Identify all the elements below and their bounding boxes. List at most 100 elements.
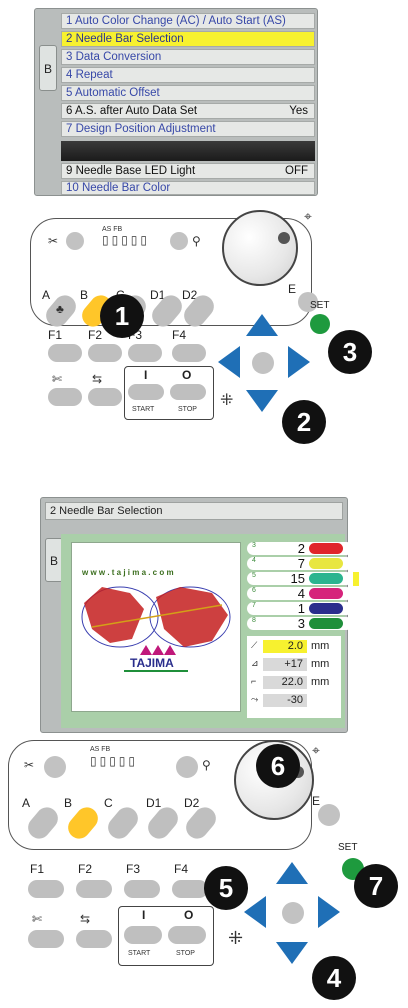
- menu-item-automatic-offset[interactable]: 5 Automatic Offset: [61, 85, 315, 101]
- laser-pointer-icon: ⁜: [220, 392, 234, 409]
- f4-label: F4: [172, 328, 187, 342]
- trim-manual-button-2[interactable]: [28, 930, 64, 948]
- offset-unit: mm: [311, 658, 330, 670]
- arrow-up-button-2[interactable]: [276, 862, 308, 884]
- arrow-up-button[interactable]: [246, 314, 278, 336]
- frame-move-icon-2: ⌖: [312, 742, 320, 758]
- offset-value: +17: [263, 658, 307, 671]
- laser-pointer-icon-2: ⁜: [228, 928, 244, 948]
- set-label: SET: [310, 300, 330, 311]
- arrow-right-button-2[interactable]: [318, 896, 340, 928]
- step-badge-7: 7: [354, 864, 398, 908]
- needle-step-value: 1: [297, 601, 305, 616]
- center-button-2[interactable]: [282, 902, 304, 924]
- needle-number: 7: [252, 602, 256, 609]
- thread-trim-icon-2: ✂: [24, 758, 35, 772]
- button-d1-label-2: D1: [146, 796, 162, 810]
- menu-item-design-position-adjustment[interactable]: 7 Design Position Adjustment: [61, 121, 315, 137]
- trim-button-2[interactable]: [44, 756, 66, 778]
- menu-screen: B 1 Auto Color Change (AC) / Auto Start …: [34, 8, 318, 196]
- button-f4[interactable]: [172, 344, 206, 362]
- start-button-2[interactable]: [124, 926, 162, 944]
- button-e-2[interactable]: [318, 804, 340, 826]
- needle-step-value: 2: [297, 541, 305, 556]
- needle-color-swatch: [309, 573, 343, 584]
- button-f1-2[interactable]: [28, 880, 64, 898]
- trim-button[interactable]: [66, 232, 84, 250]
- step-badge-2: 2: [282, 400, 326, 444]
- needle-bar-row[interactable]: 7 1: [247, 601, 353, 616]
- menu-item-repeat[interactable]: 4 Repeat: [61, 67, 315, 83]
- usb-icon: ⇆: [92, 372, 103, 386]
- needle-info-icon-2: ⚲: [202, 758, 211, 772]
- needle-bar-row[interactable]: 6 4: [247, 586, 353, 601]
- needle-step-value: 7: [297, 556, 305, 571]
- set-button[interactable]: [310, 314, 330, 334]
- stop-button[interactable]: [170, 384, 206, 400]
- offset-row-x[interactable]: ⟋ 2.0 mm: [251, 640, 341, 654]
- frame-move-icon: ⌖: [304, 208, 312, 224]
- button-f3-2[interactable]: [124, 880, 160, 898]
- menu-item-auto-color-change[interactable]: 1 Auto Color Change (AC) / Auto Start (A…: [61, 13, 315, 29]
- screen-title: 2 Needle Bar Selection: [45, 502, 343, 520]
- arrow-down-button-2[interactable]: [276, 942, 308, 964]
- button-f2-2[interactable]: [76, 880, 112, 898]
- offset-row-y[interactable]: ⊿ +17 mm: [251, 658, 341, 672]
- button-a-label-2: A: [22, 796, 31, 810]
- usb-button[interactable]: [88, 388, 122, 406]
- arrow-down-button[interactable]: [246, 390, 278, 412]
- button-b-label-2: B: [64, 796, 73, 810]
- usb-button-2[interactable]: [76, 930, 112, 948]
- button-f3[interactable]: [128, 344, 162, 362]
- trim-manual-button[interactable]: [48, 388, 82, 406]
- f1-label-2: F1: [30, 862, 45, 876]
- f2-label: F2: [88, 328, 103, 342]
- menu-item-needle-bar-color[interactable]: 10 Needle Bar Color: [61, 181, 315, 195]
- needle-step-value: 15: [290, 571, 305, 586]
- needle-bar-row[interactable]: 4 7: [247, 556, 353, 571]
- offset-unit: mm: [311, 640, 330, 652]
- offset-value: -30: [263, 694, 307, 707]
- start-label: START: [132, 406, 155, 413]
- button-f2[interactable]: [88, 344, 122, 362]
- button-e-label-2: E: [312, 794, 321, 808]
- scissors-icon: ✄: [52, 372, 63, 386]
- menu-item-label: 6 A.S. after Auto Data Set: [66, 105, 198, 117]
- offset-row-height[interactable]: ⌐ 22.0 mm: [251, 676, 341, 690]
- needle-info-button-2[interactable]: [176, 756, 198, 778]
- offset-x-icon: ⟋: [251, 640, 258, 650]
- arrow-left-button[interactable]: [218, 346, 240, 378]
- jog-dial[interactable]: [222, 210, 298, 286]
- button-e-label: E: [288, 282, 297, 296]
- needle-info-button[interactable]: [170, 232, 188, 250]
- offset-row-angle[interactable]: ⤳ -30: [251, 694, 341, 708]
- button-b-label: B: [80, 288, 89, 302]
- menu-item-data-conversion[interactable]: 3 Data Conversion: [61, 49, 315, 65]
- arrow-left-button-2[interactable]: [244, 896, 266, 928]
- needle-number: 5: [252, 572, 256, 579]
- needle-color-swatch: [309, 588, 343, 599]
- needle-bar-row[interactable]: 8 3: [247, 616, 353, 631]
- needle-step-value: 3: [297, 616, 305, 631]
- menu-item-needle-bar-selection[interactable]: 2 Needle Bar Selection: [61, 31, 315, 47]
- menu-item-as-after-auto-data-set[interactable]: 6 A.S. after Auto Data Set Yes: [61, 103, 315, 119]
- offset-y-icon: ⊿: [251, 658, 259, 668]
- center-button[interactable]: [252, 352, 274, 374]
- needle-bar-row[interactable]: 3 2: [247, 541, 353, 556]
- step-badge-4: 4: [312, 956, 356, 1000]
- offset-unit: mm: [311, 676, 330, 688]
- needle-bar-row[interactable]: 5 15: [247, 571, 353, 586]
- needle-info-icon: ⚲: [192, 234, 201, 248]
- menu-item-label: 2 Needle Bar Selection: [66, 33, 184, 45]
- menu-item-needle-base-led-light[interactable]: 9 Needle Base LED Light OFF: [61, 163, 315, 179]
- needle-step-value: 4: [297, 586, 305, 601]
- stop-button-2[interactable]: [168, 926, 206, 944]
- frame-icon: ♣: [56, 302, 64, 316]
- start-label-2: START: [128, 950, 151, 957]
- button-f1[interactable]: [48, 344, 82, 362]
- tab-b[interactable]: B: [39, 45, 57, 91]
- button-d2-label-2: D2: [184, 796, 200, 810]
- arrow-right-button[interactable]: [288, 346, 310, 378]
- start-button[interactable]: [128, 384, 164, 400]
- button-f4-2[interactable]: [172, 880, 208, 898]
